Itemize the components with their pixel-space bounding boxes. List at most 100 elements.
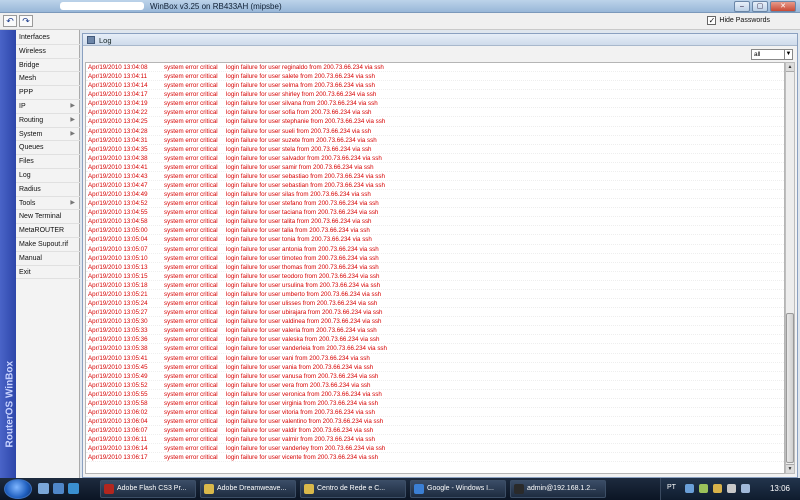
log-row[interactable]: Apr/19/2010 13:05:24 system error critica…	[86, 299, 784, 309]
log-row[interactable]: Apr/19/2010 13:06:17 system error critica…	[86, 453, 784, 463]
volume-icon[interactable]	[741, 484, 750, 493]
log-row[interactable]: Apr/19/2010 13:05:58 system error critica…	[86, 399, 784, 408]
sidebar-item-manual[interactable]: Manual	[16, 252, 80, 266]
log-topic: system error critical	[164, 309, 218, 317]
log-filter-select[interactable]: all ▼	[751, 49, 793, 60]
show-desktop-icon[interactable]	[38, 483, 49, 494]
hide-passwords-checkbox[interactable]: ✓	[707, 16, 717, 25]
maximize-button[interactable]: ▢	[752, 1, 768, 12]
sidebar-item-system[interactable]: System ▶	[16, 128, 80, 142]
log-row[interactable]: Apr/19/2010 13:05:15 system error critica…	[86, 272, 784, 281]
chevron-right-icon: ▶	[70, 102, 75, 109]
sidebar-item-wireless[interactable]: Wireless	[16, 45, 80, 59]
log-row[interactable]: Apr/19/2010 13:05:21 system error critica…	[86, 290, 784, 300]
log-time: Apr/19/2010 13:06:02	[88, 408, 148, 416]
log-row[interactable]: Apr/19/2010 13:04:11 system error critica…	[86, 72, 784, 82]
log-row[interactable]: Apr/19/2010 13:05:27 system error critica…	[86, 308, 784, 318]
log-row[interactable]: Apr/19/2010 13:04:52 system error critica…	[86, 199, 784, 209]
log-row[interactable]: Apr/19/2010 13:05:38 system error critica…	[86, 344, 784, 354]
sidebar-item-log[interactable]: Log	[16, 169, 80, 183]
log-row[interactable]: Apr/19/2010 13:04:08 system error critica…	[86, 63, 784, 73]
minimize-button[interactable]: –	[734, 1, 750, 12]
log-row[interactable]: Apr/19/2010 13:05:36 system error critica…	[86, 335, 784, 345]
sidebar-item-radius[interactable]: Radius	[16, 183, 80, 197]
log-row[interactable]: Apr/19/2010 13:05:04 system error critica…	[86, 235, 784, 245]
log-row[interactable]: Apr/19/2010 13:06:14 system error critica…	[86, 444, 784, 454]
sidebar-item-queues[interactable]: Queues	[16, 141, 80, 156]
sidebar-item-metarouter[interactable]: MetaROUTER	[16, 224, 80, 238]
log-row[interactable]: Apr/19/2010 13:05:49 system error critica…	[86, 372, 784, 381]
sidebar-item-make-supout-rif[interactable]: Make Supout.rif	[16, 238, 80, 252]
switch-windows-icon[interactable]	[53, 483, 64, 494]
log-time: Apr/19/2010 13:05:38	[88, 345, 148, 353]
sidebar-item-tools[interactable]: Tools ▶	[16, 197, 80, 211]
log-row[interactable]: Apr/19/2010 13:04:47 system error critica…	[86, 181, 784, 191]
undo-icon[interactable]: ↶	[3, 15, 17, 27]
tray-icon[interactable]	[685, 484, 694, 493]
sidebar-item-ppp[interactable]: PPP	[16, 86, 80, 100]
log-scrollbar[interactable]: ▲ ▼	[785, 62, 795, 474]
network-icon[interactable]	[727, 484, 736, 493]
sidebar-item-bridge[interactable]: Bridge	[16, 59, 80, 73]
taskbar-item[interactable]: Centro de Rede e C...	[300, 480, 406, 498]
log-row[interactable]: Apr/19/2010 13:04:55 system error critica…	[86, 208, 784, 218]
log-row[interactable]: Apr/19/2010 13:06:07 system error critica…	[86, 426, 784, 436]
taskbar-item[interactable]: Google - Windows I...	[410, 480, 506, 498]
taskbar-item[interactable]: Adobe Dreamweave...	[200, 480, 296, 498]
sidebar-item-label: IP	[19, 102, 26, 110]
taskbar-item-label: Google - Windows I...	[427, 485, 494, 492]
sidebar-item-ip[interactable]: IP ▶	[16, 100, 80, 114]
log-row[interactable]: Apr/19/2010 13:04:28 system error critica…	[86, 127, 784, 136]
scroll-down-icon[interactable]: ▼	[786, 464, 794, 473]
log-row[interactable]: Apr/19/2010 13:06:02 system error critica…	[86, 408, 784, 418]
sidebar-item-label: Wireless	[19, 47, 46, 55]
sidebar-item-mesh[interactable]: Mesh	[16, 72, 80, 87]
tray-icon[interactable]	[699, 484, 708, 493]
log-row[interactable]: Apr/19/2010 13:05:10 system error critica…	[86, 254, 784, 263]
log-row[interactable]: Apr/19/2010 13:05:00 system error critica…	[86, 226, 784, 236]
log-row[interactable]: Apr/19/2010 13:05:41 system error critica…	[86, 354, 784, 363]
sidebar-item-interfaces[interactable]: Interfaces	[16, 31, 80, 45]
close-button[interactable]: ✕	[770, 1, 796, 12]
sidebar-item-exit[interactable]: Exit	[16, 266, 80, 280]
log-row[interactable]: Apr/19/2010 13:05:07 system error critica…	[86, 245, 784, 254]
log-row[interactable]: Apr/19/2010 13:04:19 system error critica…	[86, 99, 784, 109]
log-row[interactable]: Apr/19/2010 13:04:17 system error critica…	[86, 90, 784, 100]
log-row[interactable]: Apr/19/2010 13:04:41 system error critica…	[86, 163, 784, 172]
log-row[interactable]: Apr/19/2010 13:05:13 system error critica…	[86, 263, 784, 272]
log-row[interactable]: Apr/19/2010 13:04:49 system error critica…	[86, 190, 784, 200]
log-row[interactable]: Apr/19/2010 13:04:31 system error critica…	[86, 136, 784, 145]
redo-icon[interactable]: ↷	[19, 15, 33, 27]
log-row[interactable]: Apr/19/2010 13:05:45 system error critica…	[86, 363, 784, 372]
scroll-thumb[interactable]	[786, 313, 794, 463]
log-row[interactable]: Apr/19/2010 13:05:33 system error critica…	[86, 326, 784, 336]
log-row[interactable]: Apr/19/2010 13:04:58 system error critica…	[86, 217, 784, 227]
sidebar-item-files[interactable]: Files	[16, 155, 80, 169]
log-row[interactable]: Apr/19/2010 13:05:18 system error critica…	[86, 281, 784, 290]
log-row[interactable]: Apr/19/2010 13:05:30 system error critica…	[86, 317, 784, 327]
log-row[interactable]: Apr/19/2010 13:04:38 system error critica…	[86, 154, 784, 163]
chevron-down-icon[interactable]: ▼	[784, 50, 792, 59]
log-row[interactable]: Apr/19/2010 13:05:55 system error critica…	[86, 390, 784, 399]
hide-passwords-toggle[interactable]: ✓ Hide Passwords	[707, 16, 770, 25]
browser-quick-icon[interactable]	[68, 483, 79, 494]
log-row[interactable]: Apr/19/2010 13:04:35 system error critica…	[86, 145, 784, 154]
log-row[interactable]: Apr/19/2010 13:04:43 system error critica…	[86, 172, 784, 182]
log-row[interactable]: Apr/19/2010 13:04:22 system error critica…	[86, 108, 784, 118]
language-indicator[interactable]: PT	[667, 484, 676, 491]
log-row[interactable]: Apr/19/2010 13:04:25 system error critica…	[86, 117, 784, 127]
log-row[interactable]: Apr/19/2010 13:06:04 system error critica…	[86, 417, 784, 427]
log-topic: system error critical	[164, 73, 218, 81]
tray-icon[interactable]	[713, 484, 722, 493]
clock[interactable]: 13:06	[770, 484, 790, 493]
log-row[interactable]: Apr/19/2010 13:06:11 system error critica…	[86, 435, 784, 445]
scroll-up-icon[interactable]: ▲	[786, 63, 794, 72]
log-row[interactable]: Apr/19/2010 13:04:14 system error critica…	[86, 81, 784, 91]
sidebar-item-routing[interactable]: Routing ▶	[16, 114, 80, 128]
log-time: Apr/19/2010 13:04:38	[88, 154, 148, 162]
taskbar-item[interactable]: admin@192.168.1.2...	[510, 480, 606, 498]
start-button[interactable]	[4, 479, 32, 499]
log-row[interactable]: Apr/19/2010 13:05:52 system error critica…	[86, 381, 784, 390]
taskbar-item[interactable]: Adobe Flash CS3 Pr...	[100, 480, 196, 498]
sidebar-item-new-terminal[interactable]: New Terminal	[16, 210, 80, 225]
